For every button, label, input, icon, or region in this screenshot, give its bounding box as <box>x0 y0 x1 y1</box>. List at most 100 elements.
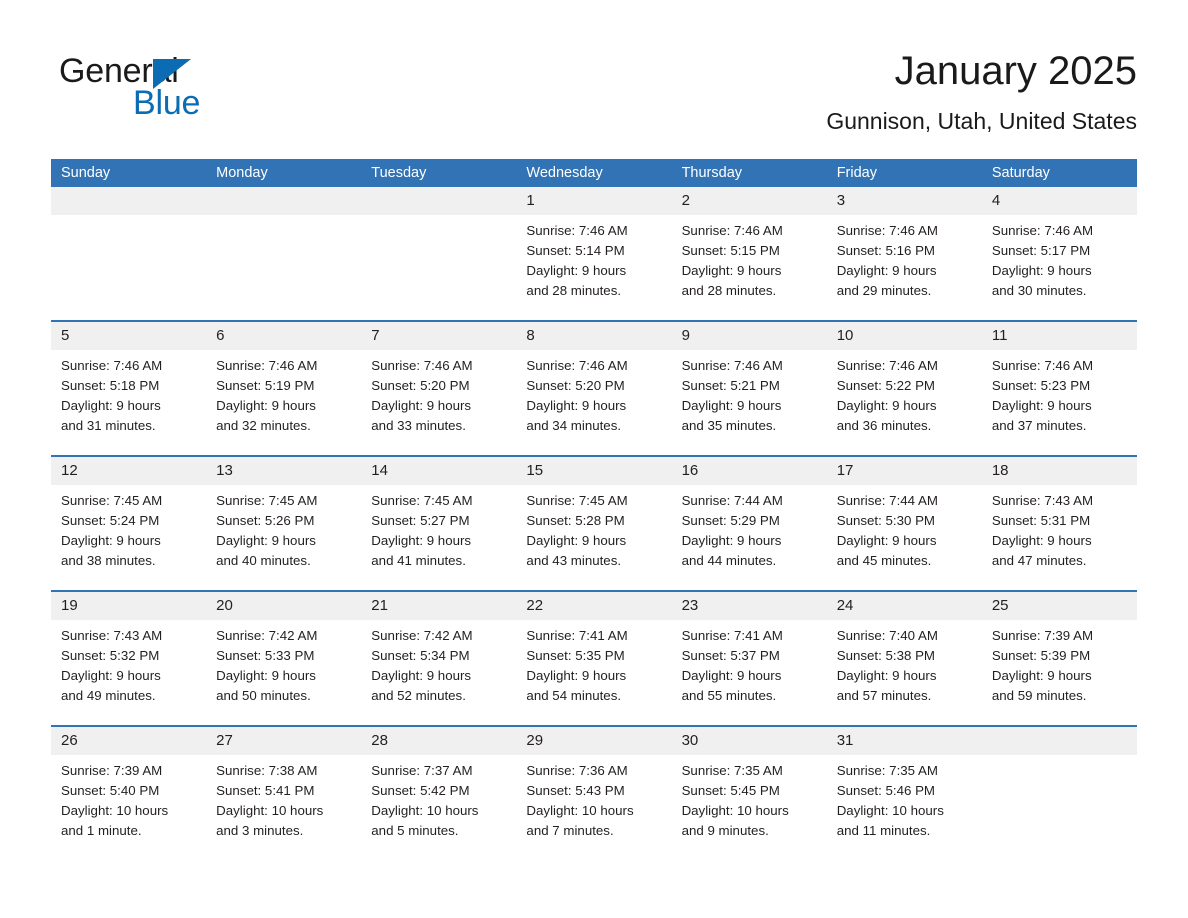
day-number-band: 4 <box>981 187 1137 215</box>
day-details: Sunrise: 7:43 AM Sunset: 5:32 PM Dayligh… <box>51 620 206 706</box>
daylight-text-line1: Daylight: 9 hours <box>681 263 782 278</box>
day-details: Sunrise: 7:43 AM Sunset: 5:31 PM Dayligh… <box>982 485 1137 571</box>
day-number-band <box>981 727 1137 755</box>
daylight-text-line1: Daylight: 9 hours <box>681 398 782 413</box>
calendar-day-cell-8[interactable]: 8 Sunrise: 7:46 AM Sunset: 5:20 PM Dayli… <box>516 322 672 455</box>
calendar-day-cell-28[interactable]: 28 Sunrise: 7:37 AM Sunset: 5:42 PM Dayl… <box>361 727 517 860</box>
daylight-text-line2: and 5 minutes. <box>371 823 459 838</box>
day-number <box>206 192 216 209</box>
general-blue-logo[interactable]: General Blue <box>59 52 389 128</box>
day-details: Sunrise: 7:45 AM Sunset: 5:27 PM Dayligh… <box>361 485 516 571</box>
weekday-thursday: Thursday <box>681 165 743 181</box>
weekday-friday: Friday <box>836 165 877 181</box>
calendar-day-cell-11[interactable]: 11 Sunrise: 7:46 AM Sunset: 5:23 PM Dayl… <box>981 322 1137 455</box>
calendar-day-cell-12[interactable]: 12 Sunrise: 7:45 AM Sunset: 5:24 PM Dayl… <box>51 457 207 590</box>
day-number-band <box>206 187 362 215</box>
calendar-week-row-3: 12 Sunrise: 7:45 AM Sunset: 5:24 PM Dayl… <box>51 455 1137 590</box>
daylight-text-line2: and 49 minutes. <box>61 688 156 703</box>
day-details: Sunrise: 7:46 AM Sunset: 5:15 PM Dayligh… <box>672 215 827 301</box>
day-number-band: 26 <box>51 727 207 755</box>
day-number: 5 <box>61 327 70 344</box>
sunset-text: Sunset: 5:26 PM <box>216 513 315 528</box>
calendar-day-cell-26[interactable]: 26 Sunrise: 7:39 AM Sunset: 5:40 PM Dayl… <box>51 727 207 860</box>
daylight-text-line2: and 57 minutes. <box>836 688 932 703</box>
day-number: 24 <box>836 597 854 614</box>
calendar-day-cell-31[interactable]: 31 Sunrise: 7:35 AM Sunset: 5:46 PM Dayl… <box>826 727 982 860</box>
daylight-text-line2: and 37 minutes. <box>991 418 1087 433</box>
sunrise-text: Sunrise: 7:39 AM <box>991 628 1094 643</box>
calendar-day-cell-25[interactable]: 25 Sunrise: 7:39 AM Sunset: 5:39 PM Dayl… <box>981 592 1137 725</box>
calendar-day-cell-21[interactable]: 21 Sunrise: 7:42 AM Sunset: 5:34 PM Dayl… <box>361 592 517 725</box>
sunset-text: Sunset: 5:22 PM <box>836 378 936 393</box>
day-details: Sunrise: 7:41 AM Sunset: 5:35 PM Dayligh… <box>516 620 671 706</box>
calendar-day-cell-30[interactable]: 30 Sunrise: 7:35 AM Sunset: 5:45 PM Dayl… <box>671 727 827 860</box>
calendar-day-cell-1[interactable]: 1 Sunrise: 7:46 AM Sunset: 5:14 PM Dayli… <box>516 187 672 320</box>
daylight-text-line2: and 31 minutes. <box>61 418 156 433</box>
calendar-day-cell-16[interactable]: 16 Sunrise: 7:44 AM Sunset: 5:29 PM Dayl… <box>671 457 827 590</box>
sunrise-text: Sunrise: 7:39 AM <box>61 763 163 778</box>
day-details: Sunrise: 7:35 AM Sunset: 5:45 PM Dayligh… <box>672 755 827 841</box>
day-details: Sunrise: 7:42 AM Sunset: 5:34 PM Dayligh… <box>361 620 516 706</box>
day-details: Sunrise: 7:45 AM Sunset: 5:24 PM Dayligh… <box>51 485 206 571</box>
title-block: January 2025 Gunnison, Utah, United Stat… <box>826 46 1137 135</box>
calendar-day-cell-24[interactable]: 24 Sunrise: 7:40 AM Sunset: 5:38 PM Dayl… <box>826 592 982 725</box>
calendar-week-row-4: 19 Sunrise: 7:43 AM Sunset: 5:32 PM Dayl… <box>51 590 1137 725</box>
calendar-day-cell-19[interactable]: 19 Sunrise: 7:43 AM Sunset: 5:32 PM Dayl… <box>51 592 207 725</box>
sunset-text: Sunset: 5:20 PM <box>526 378 625 393</box>
calendar-day-cell-empty <box>361 187 517 320</box>
day-details: Sunrise: 7:39 AM Sunset: 5:40 PM Dayligh… <box>51 755 206 841</box>
calendar-day-cell-18[interactable]: 18 Sunrise: 7:43 AM Sunset: 5:31 PM Dayl… <box>981 457 1137 590</box>
calendar-day-cell-17[interactable]: 17 Sunrise: 7:44 AM Sunset: 5:30 PM Dayl… <box>826 457 982 590</box>
sunset-text: Sunset: 5:32 PM <box>61 648 160 663</box>
calendar-day-cell-4[interactable]: 4 Sunrise: 7:46 AM Sunset: 5:17 PM Dayli… <box>981 187 1137 320</box>
sunset-text: Sunset: 5:43 PM <box>526 783 625 798</box>
daylight-text-line1: Daylight: 9 hours <box>836 668 937 683</box>
calendar-day-cell-2[interactable]: 2 Sunrise: 7:46 AM Sunset: 5:15 PM Dayli… <box>671 187 827 320</box>
calendar-week-row-5: 26 Sunrise: 7:39 AM Sunset: 5:40 PM Dayl… <box>51 725 1137 860</box>
calendar-day-cell-10[interactable]: 10 Sunrise: 7:46 AM Sunset: 5:22 PM Dayl… <box>826 322 982 455</box>
sunset-text: Sunset: 5:46 PM <box>836 783 936 798</box>
weekday-header-row: Sunday Monday Tuesday Wednesday Thursday… <box>51 159 1137 187</box>
daylight-text-line1: Daylight: 9 hours <box>371 398 472 413</box>
day-number: 12 <box>61 462 78 479</box>
day-number-band: 23 <box>671 592 827 620</box>
day-details: Sunrise: 7:45 AM Sunset: 5:26 PM Dayligh… <box>206 485 361 571</box>
calendar-day-cell-14[interactable]: 14 Sunrise: 7:45 AM Sunset: 5:27 PM Dayl… <box>361 457 517 590</box>
daylight-text-line2: and 43 minutes. <box>526 553 622 568</box>
day-number: 27 <box>216 732 233 749</box>
sunrise-text: Sunrise: 7:46 AM <box>681 223 783 238</box>
day-details: Sunrise: 7:38 AM Sunset: 5:41 PM Dayligh… <box>206 755 361 841</box>
daylight-text-line1: Daylight: 9 hours <box>216 668 316 683</box>
day-number-band: 1 <box>516 187 672 215</box>
calendar-day-cell-27[interactable]: 27 Sunrise: 7:38 AM Sunset: 5:41 PM Dayl… <box>206 727 362 860</box>
daylight-text-line2: and 32 minutes. <box>216 418 311 433</box>
daylight-text-line2: and 36 minutes. <box>836 418 932 433</box>
calendar-day-cell-20[interactable]: 20 Sunrise: 7:42 AM Sunset: 5:33 PM Dayl… <box>206 592 362 725</box>
calendar-day-cell-29[interactable]: 29 Sunrise: 7:36 AM Sunset: 5:43 PM Dayl… <box>516 727 672 860</box>
calendar-day-cell-13[interactable]: 13 Sunrise: 7:45 AM Sunset: 5:26 PM Dayl… <box>206 457 362 590</box>
day-number: 1 <box>526 192 535 209</box>
day-number: 26 <box>61 732 78 749</box>
calendar-day-cell-22[interactable]: 22 Sunrise: 7:41 AM Sunset: 5:35 PM Dayl… <box>516 592 672 725</box>
sunset-text: Sunset: 5:21 PM <box>681 378 780 393</box>
day-number: 18 <box>991 462 1009 479</box>
daylight-text-line1: Daylight: 9 hours <box>526 533 627 548</box>
calendar-day-cell-6[interactable]: 6 Sunrise: 7:46 AM Sunset: 5:19 PM Dayli… <box>206 322 362 455</box>
day-number-band: 13 <box>206 457 362 485</box>
daylight-text-line2: and 28 minutes. <box>681 283 777 298</box>
calendar-day-cell-7[interactable]: 7 Sunrise: 7:46 AM Sunset: 5:20 PM Dayli… <box>361 322 517 455</box>
calendar-day-cell-9[interactable]: 9 Sunrise: 7:46 AM Sunset: 5:21 PM Dayli… <box>671 322 827 455</box>
calendar-day-cell-23[interactable]: 23 Sunrise: 7:41 AM Sunset: 5:37 PM Dayl… <box>671 592 827 725</box>
day-number: 8 <box>526 327 535 344</box>
day-details: Sunrise: 7:46 AM Sunset: 5:19 PM Dayligh… <box>206 350 361 436</box>
day-number: 21 <box>371 597 388 614</box>
calendar-weeks: 1 Sunrise: 7:46 AM Sunset: 5:14 PM Dayli… <box>51 187 1137 860</box>
sunset-text: Sunset: 5:41 PM <box>216 783 315 798</box>
calendar-day-cell-3[interactable]: 3 Sunrise: 7:46 AM Sunset: 5:16 PM Dayli… <box>826 187 982 320</box>
calendar-day-cell-5[interactable]: 5 Sunrise: 7:46 AM Sunset: 5:18 PM Dayli… <box>51 322 207 455</box>
daylight-text-line1: Daylight: 9 hours <box>681 533 782 548</box>
daylight-text-line1: Daylight: 10 hours <box>371 803 479 818</box>
day-details: Sunrise: 7:37 AM Sunset: 5:42 PM Dayligh… <box>361 755 516 841</box>
weekday-saturday: Saturday <box>991 165 1050 181</box>
calendar-day-cell-15[interactable]: 15 Sunrise: 7:45 AM Sunset: 5:28 PM Dayl… <box>516 457 672 590</box>
